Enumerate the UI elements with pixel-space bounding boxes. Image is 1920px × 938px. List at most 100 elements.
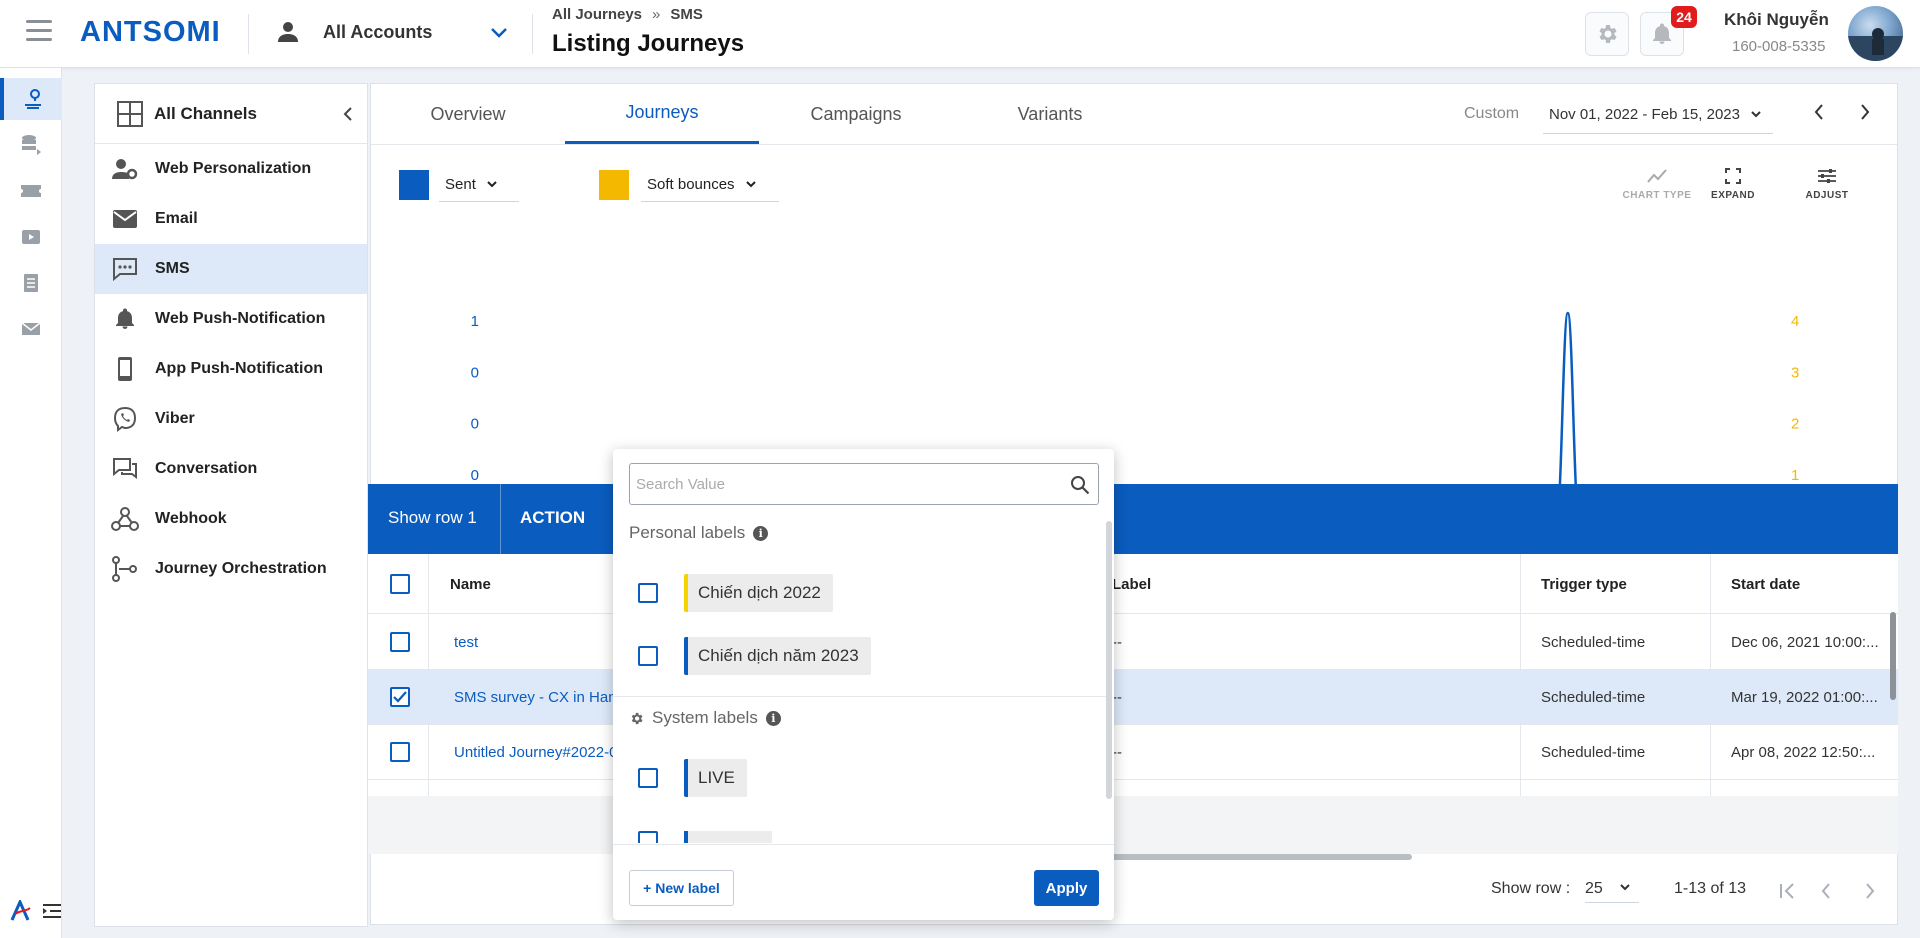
dropdown-scrollbar[interactable] xyxy=(1106,521,1112,799)
line-chart-icon xyxy=(1647,169,1667,183)
all-channels-header[interactable]: All Channels xyxy=(95,84,367,144)
mail-icon xyxy=(21,322,41,335)
label-checkbox[interactable] xyxy=(638,583,658,603)
breadcrumb-all-journeys[interactable]: All Journeys xyxy=(552,6,642,23)
user-name: Khôi Nguyễn xyxy=(1724,10,1829,29)
info-icon[interactable]: i xyxy=(753,525,769,541)
start-date-cell: Mar 19, 2022 01:00:... xyxy=(1731,689,1878,706)
hamburger-menu-icon[interactable] xyxy=(26,20,52,42)
channel-web-personalization[interactable]: Web Personalization xyxy=(95,144,367,194)
divider xyxy=(532,14,533,54)
table-footer-row xyxy=(368,796,1898,854)
channel-conversation[interactable]: Conversation xyxy=(95,444,367,494)
collapse-chevron-left-icon[interactable] xyxy=(341,106,355,122)
table-row[interactable]: test -- Scheduled-time Dec 06, 2021 10:0… xyxy=(368,615,1898,670)
rail-journeys[interactable] xyxy=(0,78,62,120)
start-date-cell: Apr 08, 2022 12:50:... xyxy=(1731,744,1876,761)
divider xyxy=(500,484,501,554)
journey-name-link[interactable]: SMS survey - CX in Hanc xyxy=(454,670,614,725)
user-avatar[interactable] xyxy=(1848,6,1903,61)
label-option[interactable]: Chiến dịch 2022 xyxy=(638,571,833,615)
rail-media[interactable] xyxy=(0,216,62,258)
next-page-chevron-right-icon[interactable] xyxy=(1862,882,1878,900)
rail-data[interactable] xyxy=(0,124,62,166)
label-chip: LIVE xyxy=(684,759,747,797)
first-page-icon[interactable] xyxy=(1778,882,1798,900)
prev-period-chevron-left-icon[interactable] xyxy=(1811,102,1827,122)
settings-button[interactable] xyxy=(1585,12,1629,56)
y-right-tick-label: 1 xyxy=(1791,467,1799,484)
label-chip: Chiến dịch năm 2023 xyxy=(684,637,871,675)
metric-sent-swatch xyxy=(399,170,429,200)
page-range: 1-13 of 13 xyxy=(1674,880,1747,897)
channel-email[interactable]: Email xyxy=(95,194,367,244)
report-icon xyxy=(24,274,38,292)
tab-overview[interactable]: Overview xyxy=(371,84,565,144)
prev-page-chevron-left-icon[interactable] xyxy=(1818,882,1834,900)
row-checkbox[interactable] xyxy=(390,632,410,652)
label-option[interactable]: Chiến dịch năm 2023 xyxy=(638,634,871,678)
chevron-down-icon[interactable] xyxy=(488,24,510,42)
y-left-tick-label: 0 xyxy=(471,467,479,484)
sliders-icon xyxy=(1818,169,1836,183)
column-header-trigger-type[interactable]: Trigger type xyxy=(1541,554,1627,614)
row-checkbox[interactable] xyxy=(390,742,410,762)
expand-menu-icon[interactable] xyxy=(42,902,62,920)
info-icon[interactable]: i xyxy=(765,710,781,726)
tab-variants[interactable]: Variants xyxy=(953,84,1147,144)
webhook-icon xyxy=(95,506,155,532)
account-selector[interactable]: All Accounts xyxy=(323,22,432,43)
journey-name-link[interactable]: test xyxy=(454,615,614,670)
rail-mail[interactable] xyxy=(0,308,62,350)
label-dropdown: Personal labels i Chiến dịch 2022 Chiến … xyxy=(613,449,1114,920)
row-checkbox-checked[interactable] xyxy=(390,687,410,707)
expand-icon xyxy=(1725,168,1741,184)
apply-button[interactable]: Apply xyxy=(1034,870,1099,906)
label-checkbox[interactable] xyxy=(638,768,658,788)
date-range-selector[interactable]: Nov 01, 2022 - Feb 15, 2023 xyxy=(1543,96,1773,134)
table-row[interactable]: Untitled Journey#2022-0 -- Scheduled-tim… xyxy=(368,725,1898,780)
column-header-name[interactable]: Name xyxy=(450,554,491,614)
tab-campaigns[interactable]: Campaigns xyxy=(759,84,953,144)
label-search-field[interactable] xyxy=(629,463,1099,505)
action-menu-button[interactable]: ACTION xyxy=(520,508,585,528)
metric-sent-selector[interactable]: Sent xyxy=(439,168,519,202)
viber-icon xyxy=(95,406,155,432)
column-header-label[interactable]: Label xyxy=(1112,554,1151,614)
horizontal-scrollbar[interactable] xyxy=(1108,854,1412,860)
divider xyxy=(613,696,1106,697)
channel-sms[interactable]: SMS xyxy=(95,244,367,294)
channel-app-push[interactable]: App Push-Notification xyxy=(95,344,367,394)
database-icon xyxy=(22,135,41,155)
adjust-button[interactable]: ADJUST xyxy=(1787,168,1867,201)
channel-webhook[interactable]: Webhook xyxy=(95,494,367,544)
select-all-checkbox[interactable] xyxy=(390,574,410,594)
label-option[interactable]: LIVE xyxy=(638,756,747,800)
column-header-start-date[interactable]: Start date xyxy=(1731,554,1800,614)
journeys-table: Name Label Trigger type Start date test … xyxy=(368,554,1898,854)
rail-reports[interactable] xyxy=(0,262,62,304)
channel-web-push[interactable]: Web Push-Notification xyxy=(95,294,367,344)
metric-soft-bounces-selector[interactable]: Soft bounces xyxy=(641,168,779,202)
all-channels-title: All Channels xyxy=(154,104,257,123)
chevron-down-icon xyxy=(745,180,756,187)
tab-journeys[interactable]: Journeys xyxy=(565,84,759,144)
rail-promotions[interactable] xyxy=(0,170,62,212)
expand-button[interactable]: EXPAND xyxy=(1693,168,1773,201)
table-row[interactable]: SMS survey - CX in Hanc -- Scheduled-tim… xyxy=(368,670,1898,725)
page-title: Listing Journeys xyxy=(552,30,745,57)
vertical-scrollbar[interactable] xyxy=(1890,612,1896,700)
label-checkbox[interactable] xyxy=(638,646,658,666)
start-date-cell: Dec 06, 2021 10:00:... xyxy=(1731,634,1879,651)
chevron-down-icon xyxy=(1620,884,1630,891)
label-search-input[interactable] xyxy=(630,464,1050,504)
pager-label: Show row : xyxy=(1491,880,1571,897)
new-label-button[interactable]: + New label xyxy=(629,870,734,906)
left-rail xyxy=(0,68,62,938)
channel-viber[interactable]: Viber xyxy=(95,394,367,444)
journey-name-link[interactable]: Untitled Journey#2022-0 xyxy=(454,725,614,780)
next-period-chevron-right-icon[interactable] xyxy=(1857,102,1873,122)
page-size-selector[interactable]: 25 xyxy=(1585,880,1639,903)
channel-journey-orchestration[interactable]: Journey Orchestration xyxy=(95,544,367,594)
chart-type-button[interactable]: CHART TYPE xyxy=(1617,168,1697,201)
